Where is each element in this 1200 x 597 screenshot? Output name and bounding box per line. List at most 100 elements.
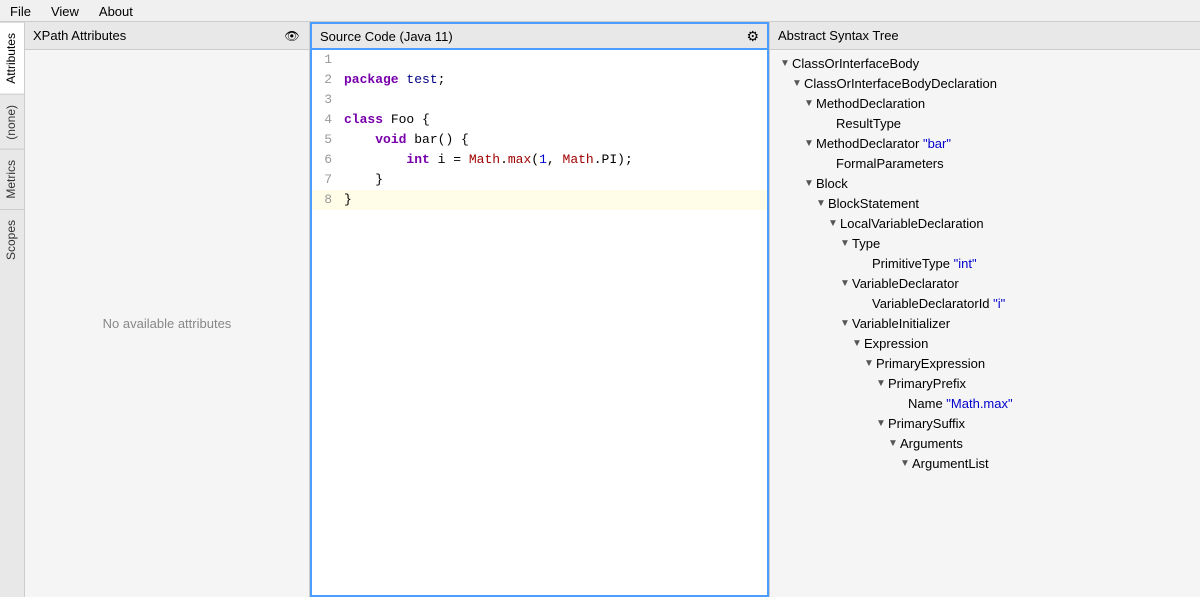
- node-label: Expression: [864, 334, 928, 354]
- ast-panel-header: Abstract Syntax Tree: [770, 22, 1200, 50]
- node-label: MethodDeclarator "bar": [816, 134, 951, 154]
- node-label: Name "Math.max": [908, 394, 1013, 414]
- node-label: BlockStatement: [828, 194, 919, 214]
- left-panel-header: XPath Attributes 👁: [25, 22, 309, 50]
- ast-node-primaryexpr[interactable]: ▼ PrimaryExpression: [770, 354, 1200, 374]
- main-layout: Attributes (none) Metrics Scopes XPath A…: [0, 22, 1200, 597]
- code-line-5: 5 void bar() {: [312, 130, 767, 150]
- triangle-icon: ▼: [838, 234, 852, 254]
- code-line-7: 7 }: [312, 170, 767, 190]
- node-label: ArgumentList: [912, 454, 989, 474]
- node-label: VariableInitializer: [852, 314, 950, 334]
- ast-node-type[interactable]: ▼ Type: [770, 234, 1200, 254]
- ast-node-resulttype[interactable]: ResultType: [770, 114, 1200, 134]
- left-panel-content: No available attributes: [25, 50, 309, 597]
- ast-node-localvardecl[interactable]: ▼ LocalVariableDeclaration: [770, 214, 1200, 234]
- line-content-8: }: [340, 190, 767, 210]
- line-number-1: 1: [312, 50, 340, 70]
- ast-node-vardeclid[interactable]: VariableDeclaratorId "i": [770, 294, 1200, 314]
- ast-node-classdecl[interactable]: ▼ ClassOrInterfaceBodyDeclaration: [770, 74, 1200, 94]
- node-label: ClassOrInterfaceBody: [792, 54, 919, 74]
- triangle-icon: ▼: [802, 134, 816, 154]
- node-label: PrimarySuffix: [888, 414, 965, 434]
- line-number-4: 4: [312, 110, 340, 130]
- node-label: PrimaryExpression: [876, 354, 985, 374]
- eye-icon[interactable]: 👁: [283, 27, 301, 45]
- side-tab-attributes[interactable]: Attributes: [0, 22, 24, 94]
- line-content-6: int i = Math.max(1, Math.PI);: [340, 150, 767, 170]
- side-tab-scopes[interactable]: Scopes: [0, 209, 24, 270]
- left-panel: XPath Attributes 👁 No available attribut…: [25, 22, 310, 597]
- ast-node-argumentlist[interactable]: ▼ ArgumentList: [770, 454, 1200, 474]
- menubar: File View About: [0, 0, 1200, 22]
- node-label: ResultType: [836, 114, 901, 134]
- line-number-6: 6: [312, 150, 340, 170]
- line-number-2: 2: [312, 70, 340, 90]
- triangle-icon: ▼: [874, 414, 888, 434]
- menu-view[interactable]: View: [41, 2, 89, 19]
- triangle-icon: ▼: [898, 454, 912, 474]
- ast-node-block[interactable]: ▼ Block: [770, 174, 1200, 194]
- code-line-8: 8 }: [312, 190, 767, 210]
- triangle-icon: ▼: [814, 194, 828, 214]
- ast-node-varinit[interactable]: ▼ VariableInitializer: [770, 314, 1200, 334]
- ast-node-methoddeclarator[interactable]: ▼ MethodDeclarator "bar": [770, 134, 1200, 154]
- triangle-icon: ▼: [778, 54, 792, 74]
- node-label: PrimaryPrefix: [888, 374, 966, 394]
- ast-node-primitivetype[interactable]: PrimitiveType "int": [770, 254, 1200, 274]
- ast-node-methoddecl[interactable]: ▼ MethodDeclaration: [770, 94, 1200, 114]
- ast-node-formalparams[interactable]: FormalParameters: [770, 154, 1200, 174]
- code-line-3: 3: [312, 90, 767, 110]
- code-line-2: 2 package test;: [312, 70, 767, 90]
- triangle-icon: ▼: [826, 214, 840, 234]
- node-label: ClassOrInterfaceBodyDeclaration: [804, 74, 997, 94]
- triangle-icon: ▼: [802, 94, 816, 114]
- node-label: Arguments: [900, 434, 963, 454]
- source-code-area[interactable]: 1 2 package test; 3 4 class Foo { 5 vo: [310, 50, 769, 597]
- no-attributes-text: No available attributes: [103, 316, 232, 331]
- triangle-icon: ▼: [886, 434, 900, 454]
- ast-node-classorbody[interactable]: ▼ ClassOrInterfaceBody: [770, 54, 1200, 74]
- ast-node-primaryprefix[interactable]: ▼ PrimaryPrefix: [770, 374, 1200, 394]
- side-tabs: Attributes (none) Metrics Scopes: [0, 22, 25, 597]
- source-panel-header: Source Code (Java 11) ⚙: [310, 22, 769, 50]
- menu-about[interactable]: About: [89, 2, 143, 19]
- ast-node-blockstmt[interactable]: ▼ BlockStatement: [770, 194, 1200, 214]
- node-label: VariableDeclaratorId "i": [872, 294, 1005, 314]
- ast-panel: Abstract Syntax Tree ▼ ClassOrInterfaceB…: [770, 22, 1200, 597]
- menu-file[interactable]: File: [0, 2, 41, 19]
- code-line-6: 6 int i = Math.max(1, Math.PI);: [312, 150, 767, 170]
- triangle-icon: ▼: [838, 274, 852, 294]
- ast-node-arguments[interactable]: ▼ Arguments: [770, 434, 1200, 454]
- triangle-icon: ▼: [874, 374, 888, 394]
- source-panel: Source Code (Java 11) ⚙ 1 2 package test…: [310, 22, 770, 597]
- line-number-7: 7: [312, 170, 340, 190]
- line-content-2: package test;: [340, 70, 767, 90]
- triangle-icon: [822, 154, 836, 174]
- triangle-icon: ▼: [862, 354, 876, 374]
- code-line-1: 1: [312, 50, 767, 70]
- triangle-icon: ▼: [838, 314, 852, 334]
- ast-node-expression[interactable]: ▼ Expression: [770, 334, 1200, 354]
- line-number-5: 5: [312, 130, 340, 150]
- node-label: PrimitiveType "int": [872, 254, 977, 274]
- ast-node-vardeclarator[interactable]: ▼ VariableDeclarator: [770, 274, 1200, 294]
- source-panel-title: Source Code (Java 11): [320, 29, 746, 44]
- left-panel-title: XPath Attributes: [33, 28, 283, 43]
- side-tab-metrics[interactable]: Metrics: [0, 149, 24, 209]
- ast-node-name[interactable]: Name "Math.max": [770, 394, 1200, 414]
- line-content-3: [340, 90, 767, 110]
- node-label: MethodDeclaration: [816, 94, 925, 114]
- gear-icon[interactable]: ⚙: [746, 28, 759, 45]
- line-content-1: [340, 50, 767, 70]
- triangle-icon: [894, 394, 908, 414]
- node-label: Block: [816, 174, 848, 194]
- side-tab-none[interactable]: (none): [0, 94, 24, 150]
- ast-node-primarysuffix[interactable]: ▼ PrimarySuffix: [770, 414, 1200, 434]
- triangle-icon: [822, 114, 836, 134]
- triangle-icon: [858, 294, 872, 314]
- ast-panel-title: Abstract Syntax Tree: [778, 28, 899, 43]
- ast-content[interactable]: ▼ ClassOrInterfaceBody ▼ ClassOrInterfac…: [770, 50, 1200, 597]
- node-label: Type: [852, 234, 880, 254]
- node-label: VariableDeclarator: [852, 274, 959, 294]
